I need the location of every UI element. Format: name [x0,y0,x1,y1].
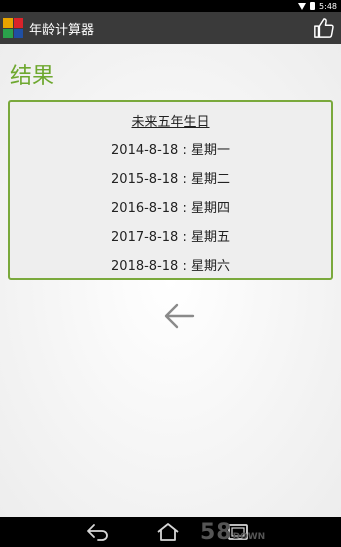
status-time: 5:48 [319,1,337,11]
app-title: 年龄计算器 [29,22,95,38]
watermark: 58DOWN [200,520,336,545]
battery-icon [310,2,316,10]
action-bar: 年龄计算器 [0,12,341,44]
navigation-bar: 58DOWN [0,517,341,547]
status-bar: 5:48 [0,0,341,12]
watermark-sub: DOWN [232,532,266,542]
birthday-row: 2017-8-18 : 星期五 [111,230,230,245]
birthday-row: 2015-8-18 : 星期二 [111,172,230,187]
wifi-icon [298,2,307,10]
back-icon[interactable] [86,523,110,541]
watermark-text: 58 [200,520,233,545]
page-title: 结果 [10,64,55,89]
back-arrow-icon[interactable] [163,302,195,330]
content-area: 结果 未来五年生日 2014-8-18 : 星期一 2015-8-18 : 星期… [0,44,341,517]
result-box: 未来五年生日 2014-8-18 : 星期一 2015-8-18 : 星期二 2… [8,100,333,280]
birthday-row: 2014-8-18 : 星期一 [111,143,230,158]
result-box-title: 未来五年生日 [131,115,210,130]
birthday-row: 2016-8-18 : 星期四 [111,201,230,216]
app-logo-icon [3,18,23,38]
like-button[interactable] [311,15,337,41]
thumbs-up-icon [314,18,334,38]
home-icon[interactable] [156,523,180,541]
birthday-row: 2018-8-18 : 星期六 [111,259,230,274]
